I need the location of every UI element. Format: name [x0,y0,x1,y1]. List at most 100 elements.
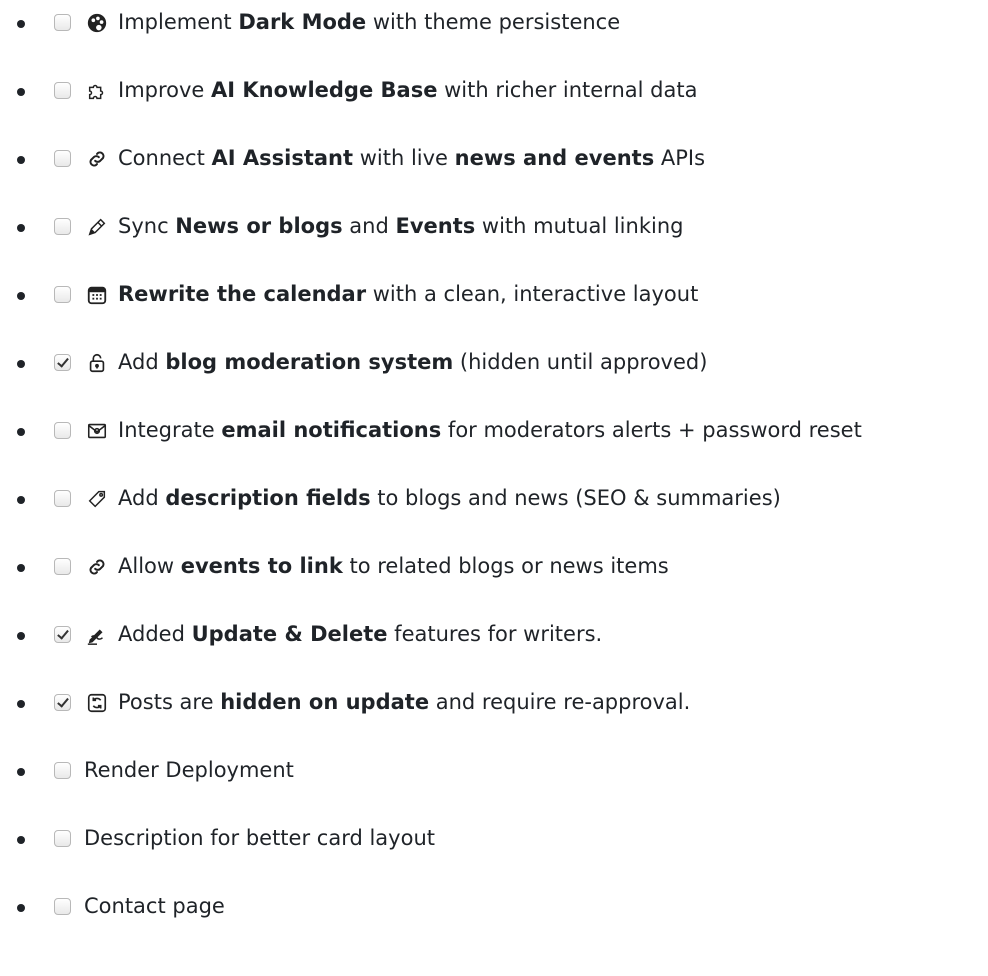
todo-list: Implement Dark Mode with theme persisten… [0,0,988,952]
bullet-icon [17,632,25,640]
palette-icon [86,12,108,34]
link-icon [86,556,108,578]
checkbox-unchecked[interactable] [54,286,71,303]
todo-text: Contact page [84,892,225,921]
todo-text-segment: with richer internal data [437,77,698,102]
todo-text-segment: Render Deployment [84,757,294,782]
todo-item: Implement Dark Mode with theme persisten… [0,0,988,58]
bullet-icon [17,768,25,776]
todo-text-segment: Added [118,621,192,646]
todo-item: Integrate email notifications for modera… [0,398,988,466]
todo-text-bold: Rewrite the calendar [118,281,367,306]
todo-text-segment: Improve [118,77,212,102]
todo-item: Add blog moderation system (hidden until… [0,330,988,398]
todo-text-bold: events to link [180,553,343,578]
todo-text: Sync News or blogs and Events with mutua… [118,212,683,241]
todo-text-segment: to related blogs or news items [342,553,669,578]
todo-text-bold: Dark Mode [238,9,367,34]
bullet-icon [17,224,25,232]
bullet-icon [17,428,25,436]
todo-text-segment: for moderators alerts + password reset [441,417,862,442]
todo-text: Add description fields to blogs and news… [118,484,781,513]
todo-item: Description for better card layout [0,806,988,874]
bullet-icon [17,360,25,368]
todo-text: Connect AI Assistant with live news and … [118,144,705,173]
todo-text: Improve AI Knowledge Base with richer in… [118,76,697,105]
todo-text-segment: Posts are [118,689,221,714]
checkbox-checked[interactable] [54,354,71,371]
checkbox-unchecked[interactable] [54,82,71,99]
checkbox-unchecked[interactable] [54,898,71,915]
writing-hand-icon [86,624,108,646]
checkbox-unchecked[interactable] [54,422,71,439]
todo-text-segment: with live [353,145,455,170]
todo-item: Improve AI Knowledge Base with richer in… [0,58,988,126]
todo-text-segment: Integrate [118,417,222,442]
pencil-icon [86,216,108,238]
todo-text-segment: Contact page [84,893,225,918]
todo-item: Added Update & Delete features for write… [0,602,988,670]
checkbox-checked[interactable] [54,626,71,643]
calendar-icon [86,284,108,306]
todo-text-segment: (hidden until approved) [453,349,708,374]
todo-text: Allow events to link to related blogs or… [118,552,669,581]
todo-text-bold: description fields [165,485,371,510]
puzzle-icon [86,80,108,102]
todo-item: Contact page [0,874,988,942]
todo-item: Connect AI Assistant with live news and … [0,126,988,194]
todo-text-bold: AI Knowledge Base [211,77,438,102]
todo-text-segment: features for writers. [387,621,603,646]
todo-text-bold: Update & Delete [191,621,388,646]
checkbox-checked[interactable] [54,694,71,711]
todo-text-bold: News or blogs [175,213,343,238]
todo-text: Posts are hidden on update and require r… [118,688,690,717]
todo-text-segment: and [342,213,396,238]
todo-text-segment: Description for better card layout [84,825,435,850]
tag-icon [86,488,108,510]
todo-text-segment: Allow [118,553,181,578]
todo-item: Render Deployment [0,738,988,806]
bullet-icon [17,836,25,844]
todo-text: Render Deployment [84,756,294,785]
todo-text-segment: Implement [118,9,239,34]
todo-text-bold: news and events [454,145,655,170]
todo-text-segment: with mutual linking [475,213,684,238]
todo-text-segment: Sync [118,213,176,238]
bullet-icon [17,564,25,572]
refresh-icon [86,692,108,714]
email-icon [86,420,108,442]
todo-text: Description for better card layout [84,824,435,853]
todo-text-segment: with theme persistence [366,9,621,34]
todo-text: Added Update & Delete features for write… [118,620,602,649]
todo-item: Rewrite the calendar with a clean, inter… [0,262,988,330]
todo-text-bold: blog moderation system [165,349,454,374]
lock-icon [86,352,108,374]
bullet-icon [17,88,25,96]
checkbox-unchecked[interactable] [54,762,71,779]
todo-text: Integrate email notifications for modera… [118,416,862,445]
checkbox-unchecked[interactable] [54,218,71,235]
bullet-icon [17,496,25,504]
checkbox-unchecked[interactable] [54,14,71,31]
bullet-icon [17,904,25,912]
todo-text-segment: Connect [118,145,212,170]
checkbox-unchecked[interactable] [54,490,71,507]
todo-item: Sync News or blogs and Events with mutua… [0,194,988,262]
todo-item: Allow events to link to related blogs or… [0,534,988,602]
link-icon [86,148,108,170]
todo-text: Implement Dark Mode with theme persisten… [118,8,620,37]
todo-text-bold: email notifications [221,417,442,442]
checkbox-unchecked[interactable] [54,150,71,167]
bullet-icon [17,292,25,300]
bullet-icon [17,700,25,708]
todo-text-segment: to blogs and news (SEO & summaries) [370,485,781,510]
todo-item: Add description fields to blogs and news… [0,466,988,534]
checkbox-unchecked[interactable] [54,558,71,575]
todo-text-bold: AI Assistant [211,145,354,170]
todo-text-segment: and require re-approval. [429,689,691,714]
todo-text-bold: hidden on update [220,689,430,714]
checkbox-unchecked[interactable] [54,830,71,847]
bullet-icon [17,20,25,28]
todo-text-segment: APIs [654,145,706,170]
todo-text-segment: Add [118,349,166,374]
